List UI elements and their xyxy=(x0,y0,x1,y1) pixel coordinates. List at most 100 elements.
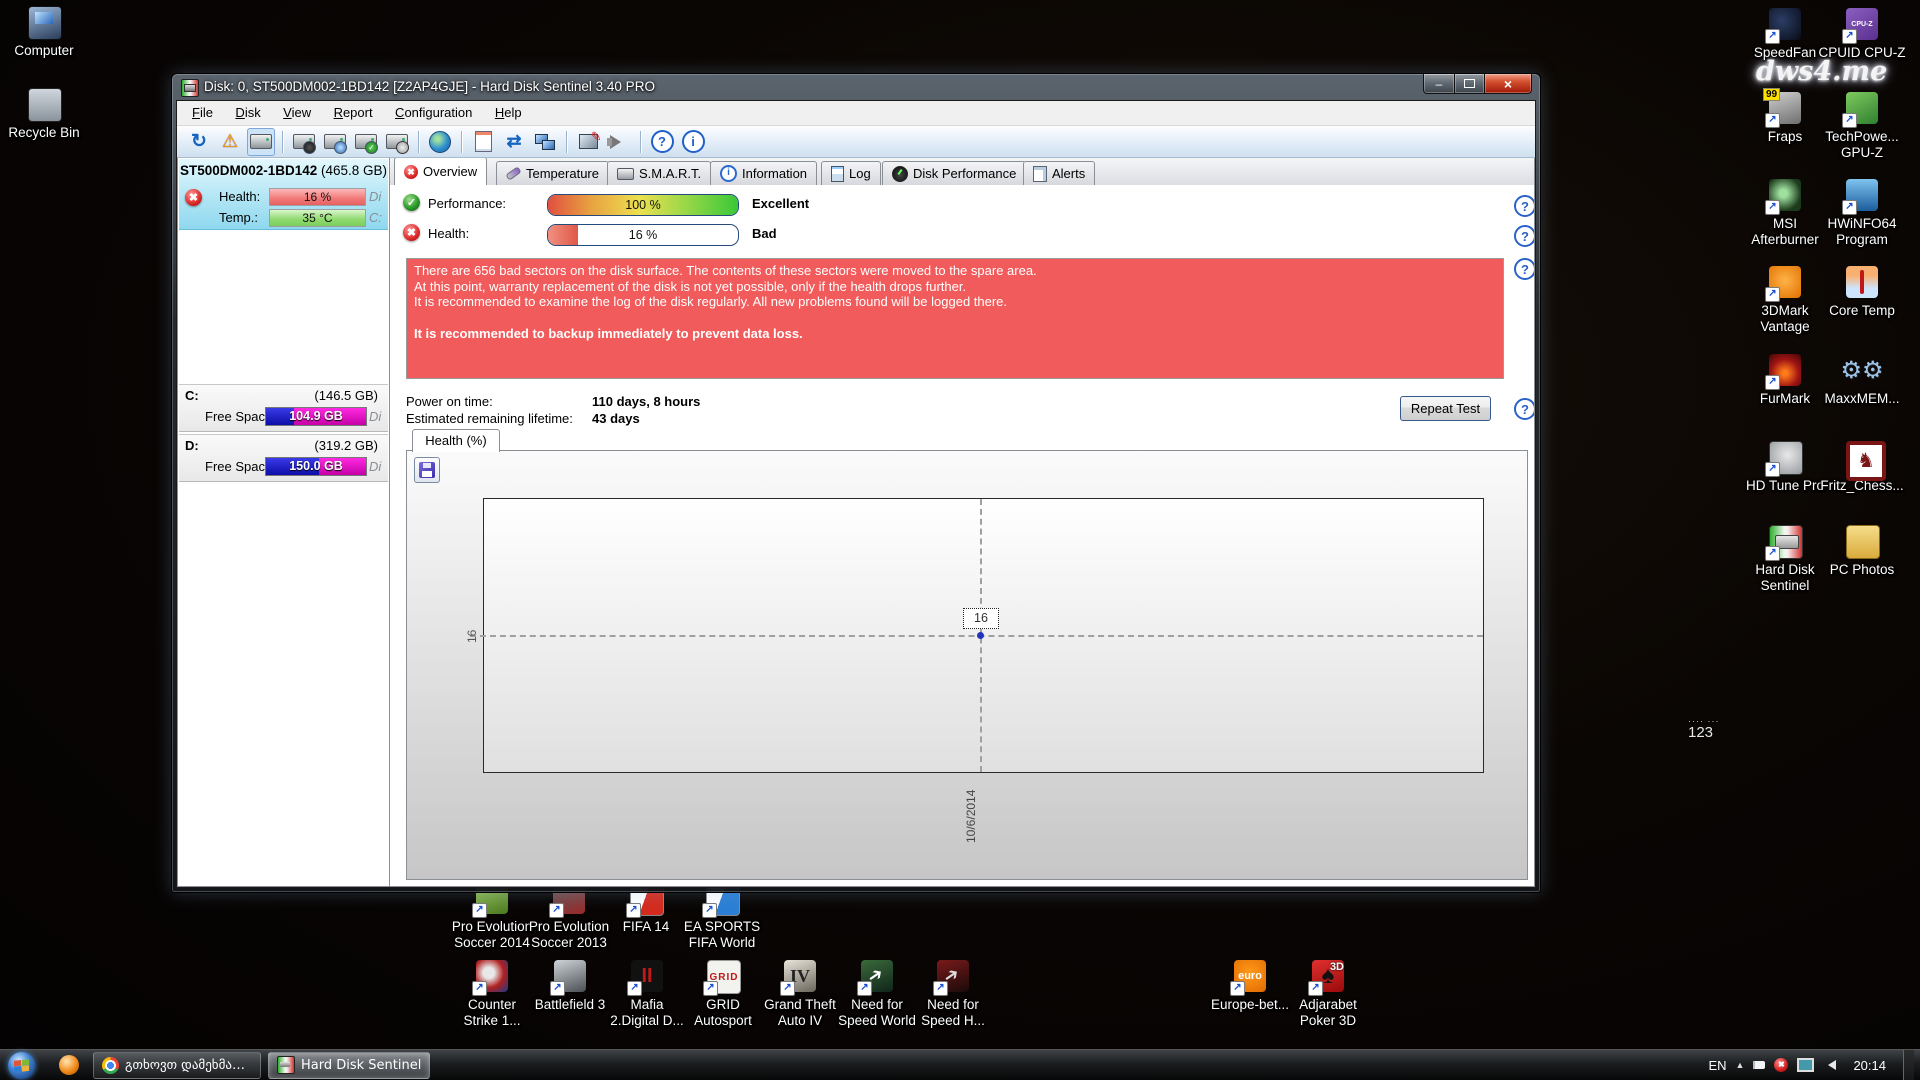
desktop-icon-label: Recycle Bin xyxy=(8,125,80,140)
save-chart-button[interactable] xyxy=(414,457,440,483)
shortcut-arrow-icon: ↗ xyxy=(1230,981,1245,996)
alerts-sound-button[interactable] xyxy=(605,128,633,156)
clipped-text: Di xyxy=(369,459,382,474)
health-value: 16 % xyxy=(628,228,658,242)
show-hidden-icons-arrow[interactable]: ▲ xyxy=(1736,1060,1745,1070)
desktop-icon-europebet[interactable]: euro ↗ Europe-bet... xyxy=(1205,960,1295,1013)
disk-history-button[interactable] xyxy=(321,128,349,156)
system-tray: EN ▲ ✖ 20:14 xyxy=(1708,1050,1920,1080)
warning-line: At this point, warranty replacement of t… xyxy=(414,278,967,294)
tab-disk-performance[interactable]: Disk Performance xyxy=(882,161,1027,185)
network-disks-button[interactable] xyxy=(426,128,454,156)
help-button[interactable]: ? xyxy=(648,128,676,156)
shortcut-arrow-icon: ↗ xyxy=(1765,546,1780,561)
tab-information[interactable]: Information xyxy=(710,161,818,185)
network-computers-icon xyxy=(535,133,555,150)
start-button[interactable] xyxy=(8,1051,35,1079)
tab-log[interactable]: Log xyxy=(821,161,881,185)
tab-label: Alerts xyxy=(1052,166,1086,181)
hd-sentinel-error-tray-icon[interactable]: ✖ xyxy=(1774,1058,1789,1072)
taskbar-orange-app-icon[interactable] xyxy=(59,1055,79,1075)
partition-d[interactable]: D: (319.2 GB) Free Space 150.0 GB Di xyxy=(179,434,388,482)
settings-button[interactable] xyxy=(574,128,602,156)
desktop-icon-label: Adjarabet Poker 3D xyxy=(1299,997,1357,1028)
desktop-icon-recycle-bin[interactable]: Recycle Bin xyxy=(0,88,94,141)
tab-smart[interactable]: S.M.A.R.T. xyxy=(607,161,712,185)
warning-line-bold: It is recommended to backup immediately … xyxy=(414,325,803,341)
desktop-icon-gpuz[interactable]: ↗ TechPowe... GPU-Z xyxy=(1812,92,1912,161)
sync-button[interactable] xyxy=(500,128,528,156)
desktop-icon-fritz-chess[interactable]: ♞ Fritz_Chess... xyxy=(1812,441,1912,494)
desktop-icon-nfs-h[interactable]: ↗ Need for Speed H... xyxy=(908,960,998,1029)
tab-label: Temperature xyxy=(526,166,599,181)
disk-view-button[interactable] xyxy=(247,127,275,156)
y-axis-label: 16 xyxy=(465,629,479,643)
taskbar-clock[interactable]: 20:14 xyxy=(1845,1058,1894,1073)
health-rating: Bad xyxy=(752,226,777,241)
desktop-icon-label: Need for Speed H... xyxy=(921,997,985,1028)
menu-disk[interactable]: Disk xyxy=(226,101,269,124)
clipped-text: C: xyxy=(369,210,382,225)
desktop-icon-computer[interactable]: Computer xyxy=(0,6,94,59)
monitor-pen-icon xyxy=(578,129,602,149)
menu-view[interactable]: View xyxy=(274,101,320,124)
help-icon-health[interactable]: ? xyxy=(1514,225,1534,247)
desktop-icon-coretemp[interactable]: Core Temp xyxy=(1812,266,1912,319)
computer-icon xyxy=(28,6,62,40)
language-indicator[interactable]: EN xyxy=(1708,1058,1726,1073)
menu-help[interactable]: Help xyxy=(486,101,531,124)
help-icon-performance[interactable]: ? xyxy=(1514,195,1534,217)
tab-temperature[interactable]: Temperature xyxy=(496,161,609,185)
shortcut-arrow-icon: ↗ xyxy=(549,903,564,918)
desktop-icon-adjarabet[interactable]: ♠ 3D ↗ Adjarabet Poker 3D xyxy=(1283,960,1373,1029)
tab-alerts[interactable]: Alerts xyxy=(1023,161,1096,185)
tab-label: Overview xyxy=(423,164,478,179)
desktop-icon-pc-photos[interactable]: PC Photos xyxy=(1812,525,1912,578)
minimize-button[interactable]: – xyxy=(1423,74,1455,94)
main-panel: Overview Temperature S.M.A.R.T. Informat… xyxy=(390,158,1535,887)
disk-test-button[interactable]: ✓ xyxy=(352,128,380,156)
warning-icon xyxy=(222,131,238,152)
about-button[interactable]: i xyxy=(679,128,707,156)
shortcut-arrow-icon: ↗ xyxy=(1765,287,1780,302)
sidebar-disk-entry[interactable]: ST500DM002-1BD142 (465.8 GB) Health: 16 … xyxy=(179,159,388,230)
disk-surface-test-button[interactable] xyxy=(383,128,411,156)
health-chart-plot[interactable]: 16 xyxy=(470,498,1484,773)
desktop-icon-counter-strike[interactable]: ↗ Counter Strike 1... xyxy=(447,960,537,1029)
tab-label: Disk Performance xyxy=(913,166,1017,181)
action-center-flag-icon[interactable] xyxy=(1753,1061,1766,1069)
title-bar[interactable]: Disk: 0, ST500DM002-1BD142 [Z2AP4GJE] - … xyxy=(172,74,1540,100)
help-icon-repeat-test[interactable]: ? xyxy=(1514,398,1534,420)
desktop-icon-hwinfo64[interactable]: ↗ HWiNFO64 Program xyxy=(1812,179,1912,248)
sync-arrows-icon xyxy=(506,131,521,152)
network-tray-icon[interactable] xyxy=(1797,1058,1815,1072)
show-desktop-button[interactable] xyxy=(1903,1050,1914,1080)
thermometer-icon xyxy=(505,166,522,181)
taskbar-button-hd-sentinel[interactable]: Hard Disk Sentinel xyxy=(268,1051,431,1079)
menu-report[interactable]: Report xyxy=(325,101,382,124)
help-icon-warning[interactable]: ? xyxy=(1514,258,1534,280)
performance-value: 100 % xyxy=(625,198,661,212)
tab-overview[interactable]: Overview xyxy=(394,158,488,185)
maximize-button[interactable] xyxy=(1455,74,1484,94)
report-button[interactable] xyxy=(469,128,497,156)
desktop-icon-maxxmem[interactable]: ⚙⚙ MaxxMEM... xyxy=(1812,354,1912,407)
volume-tray-icon[interactable] xyxy=(1823,1060,1837,1070)
close-button[interactable]: × xyxy=(1484,74,1532,94)
menu-configuration[interactable]: Configuration xyxy=(386,101,481,124)
hard-disk-sentinel-window: Disk: 0, ST500DM002-1BD142 [Z2AP4GJE] - … xyxy=(171,73,1541,893)
partition-c[interactable]: C: (146.5 GB) Free Space 104.9 GB Di xyxy=(179,384,388,432)
menu-file[interactable]: File xyxy=(183,101,222,124)
desktop-icon-cpuz[interactable]: CPU-Z ↗ CPUID CPU-Z xyxy=(1812,8,1912,61)
taskbar-button-browser[interactable]: გთხოვთ დამეხმარეთ -... xyxy=(93,1051,261,1079)
repeat-test-button[interactable]: Repeat Test xyxy=(1400,396,1491,421)
windows-flag-icon xyxy=(14,1058,29,1073)
tab-label: Information xyxy=(742,166,808,181)
disk-performance-button[interactable] xyxy=(290,128,318,156)
disk-sidebar: ST500DM002-1BD142 (465.8 GB) Health: 16 … xyxy=(177,158,390,887)
report-problem-button[interactable] xyxy=(216,128,244,156)
remote-computers-button[interactable] xyxy=(531,128,559,156)
tab-label: S.M.A.R.T. xyxy=(639,166,702,181)
chart-tab-health[interactable]: Health (%) xyxy=(412,429,500,452)
refresh-button[interactable] xyxy=(185,128,213,156)
